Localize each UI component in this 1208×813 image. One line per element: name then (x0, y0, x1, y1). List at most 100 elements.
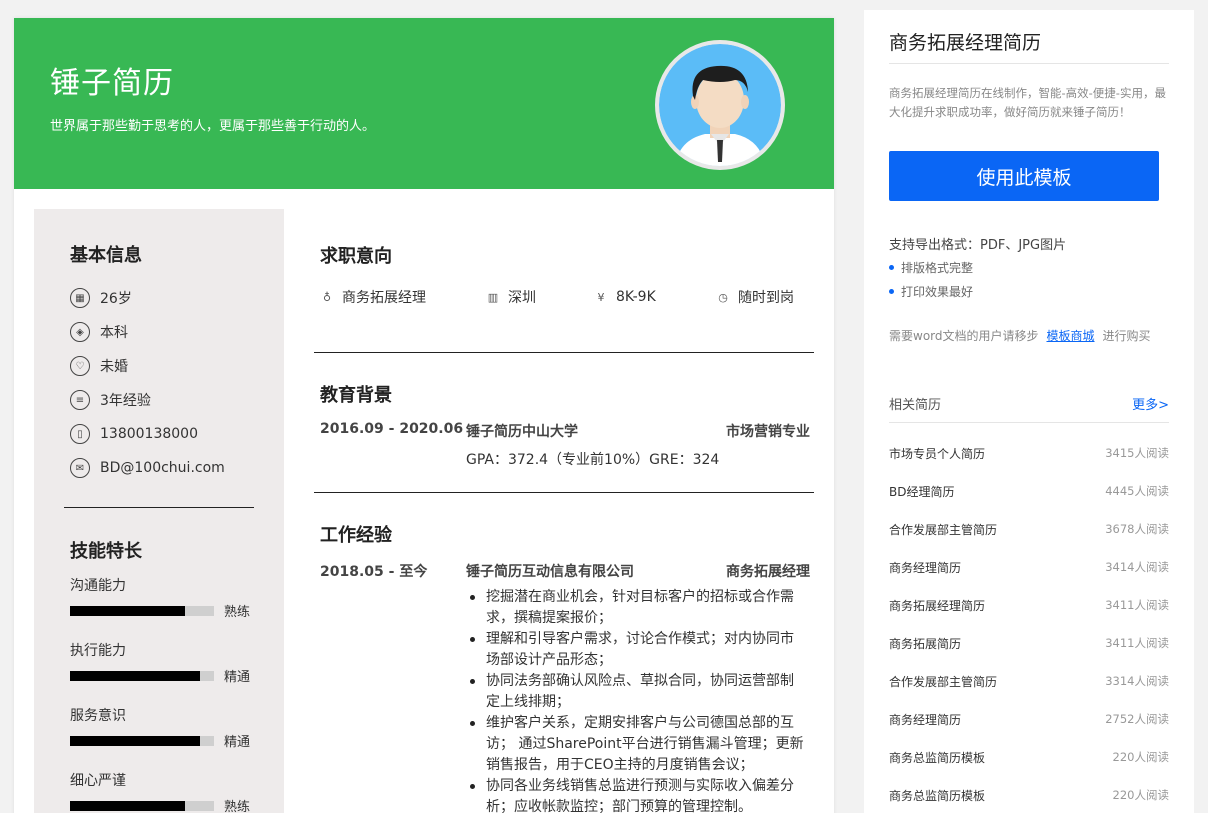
info-marital: 未婚 (100, 359, 128, 375)
related-item[interactable]: BD经理简历 4445人阅读 (889, 472, 1169, 510)
related-reads: 3314人阅读 (1105, 674, 1169, 688)
related-reads: 3414人阅读 (1105, 560, 1169, 574)
bullet-icon (889, 265, 894, 270)
work-role: 商务拓展经理 (726, 564, 810, 580)
skill-bar-fill (70, 735, 200, 746)
skill-item: 服务意识 精通 (70, 705, 260, 750)
skills-title: 技能特长 (70, 541, 142, 562)
intent-item: ¥8K-9K (594, 287, 716, 307)
calendar-icon: ▦ (70, 288, 90, 308)
skill-level: 熟练 (224, 800, 251, 813)
info-item: ✉ BD@100chui.com (70, 451, 225, 485)
related-item[interactable]: 商务总监简历模板 220人阅读 (889, 738, 1169, 776)
related-item[interactable]: 商务拓展简历 3411人阅读 (889, 624, 1169, 662)
duty-item: 理解和引导客户需求，讨论合作模式；对内协同市场部设计产品形态； (466, 629, 806, 671)
skill-item: 细心严谨 熟练 (70, 770, 260, 813)
related-reads: 4445人阅读 (1105, 484, 1169, 498)
phone-icon: ▯ (70, 424, 90, 444)
feature-item: 排版格式完整 (889, 259, 973, 276)
related-reads: 3411人阅读 (1105, 598, 1169, 612)
marriage-icon: ♡ (70, 356, 90, 376)
skill-name: 沟通能力 (70, 578, 126, 594)
related-item[interactable]: 商务拓展经理简历 3411人阅读 (889, 586, 1169, 624)
related-item[interactable]: 市场专员个人简历 3415人阅读 (889, 434, 1169, 472)
template-description: 商务拓展经理简历在线制作，智能-高效-便捷-实用，最大化提升求职成功率，做好简历… (889, 86, 1166, 119)
intent-position: 商务拓展经理 (342, 290, 426, 306)
info-education: 本科 (100, 325, 128, 341)
related-item[interactable]: 商务经理简历 3414人阅读 (889, 548, 1169, 586)
work-date: 2018.05 - 至今 (320, 564, 428, 580)
avatar (655, 40, 785, 170)
related-title-text: 商务总监简历模板 (889, 750, 986, 765)
related-reads: 220人阅读 (1112, 788, 1169, 802)
skill-level: 精通 (224, 670, 251, 685)
info-email: BD@100chui.com (100, 460, 225, 476)
related-item[interactable]: 合作发展部主管简历 3314人阅读 (889, 662, 1169, 700)
intent-row: ♁ 商务拓展经理 ▥ 深圳 ¥8K-9K ◷ 随时到岗 (320, 287, 810, 307)
related-item[interactable]: 合作发展部主管简历 3678人阅读 (889, 510, 1169, 548)
skill-name: 服务意识 (70, 708, 126, 724)
related-item[interactable]: 商务总监简历模板 220人阅读 (889, 776, 1169, 813)
word-note-suffix: 进行购买 (1102, 329, 1151, 343)
related-reads: 220人阅读 (1112, 750, 1169, 764)
related-title-text: 商务拓展经理简历 (889, 598, 986, 613)
feature-item: 打印效果最好 (889, 283, 973, 300)
intent-city: 深圳 (508, 290, 536, 306)
related-title: 相关简历 (889, 398, 942, 413)
duty-item: 协同各业务线销售总监进行预测与实际收入偏差分析；应收帐款监控；部门预算的管理控制… (466, 776, 806, 813)
education-school: 锤子简历中山大学 (466, 424, 578, 440)
education-title: 教育背景 (320, 385, 392, 406)
work-company: 锤子简历互动信息有限公司 (466, 564, 634, 580)
skill-bar (70, 605, 214, 616)
work-duties: 挖掘潜在商业机会，针对目标客户的招标或合作需求，撰稿提案报价； 理解和引导客户需… (466, 587, 806, 813)
related-item[interactable]: 商务经理简历 2752人阅读 (889, 700, 1169, 738)
tie-icon: ♁ (322, 290, 332, 304)
resume-preview: 锤子简历 世界属于那些勤于思考的人，更属于那些善于行动的人。 基本信息 ▦ 26岁… (14, 18, 834, 813)
skill-level: 熟练 (224, 605, 251, 620)
duty-item: 维护客户关系，定期安排客户与公司德国总部的互访； 通过SharePoint平台进… (466, 713, 806, 776)
info-experience: 3年经验 (100, 393, 151, 409)
basic-info-list: ▦ 26岁 ◈ 本科 ♡ 未婚 ≡ 3年经验 ▯ 13800138000 ✉ BD@100c… (70, 281, 225, 485)
related-title-text: 商务拓展简历 (889, 636, 962, 651)
related-header: 相关简历 更多> (889, 394, 1169, 413)
skill-name: 执行能力 (70, 643, 126, 659)
resume-motto: 世界属于那些勤于思考的人，更属于那些善于行动的人。 (50, 119, 376, 134)
word-note-prefix: 需要word文档的用户请移步 (889, 329, 1039, 343)
related-reads: 3411人阅读 (1105, 636, 1169, 650)
info-item: ♡ 未婚 (70, 349, 225, 383)
intent-item: ▥ 深圳 (486, 287, 594, 307)
divider (314, 352, 814, 353)
info-item: ≡ 3年经验 (70, 383, 225, 417)
info-item: ◈ 本科 (70, 315, 225, 349)
use-template-button[interactable]: 使用此模板 (889, 151, 1159, 201)
related-list: 市场专员个人简历 3415人阅读 BD经理简历 4445人阅读 合作发展部主管简历 3… (889, 434, 1169, 813)
skill-level: 精通 (224, 735, 251, 750)
duty-item: 挖掘潜在商业机会，针对目标客户的招标或合作需求，撰稿提案报价； (466, 587, 806, 629)
email-icon: ✉ (70, 458, 90, 478)
skill-bar-fill (70, 670, 200, 681)
related-title-text: 商务经理简历 (889, 560, 962, 575)
basic-info-title: 基本信息 (70, 245, 142, 266)
info-age: 26岁 (100, 291, 132, 307)
related-reads: 2752人阅读 (1105, 712, 1169, 726)
related-title-text: BD经理简历 (889, 484, 955, 499)
intent-salary: 8K-9K (616, 289, 656, 305)
bullet-icon (889, 289, 894, 294)
related-title-text: 商务总监简历模板 (889, 788, 986, 803)
info-item: ▦ 26岁 (70, 281, 225, 315)
yen-icon: ¥ (597, 290, 605, 304)
related-title-text: 商务经理简历 (889, 712, 962, 727)
experience-icon: ≡ (70, 390, 90, 410)
template-sidebar: 商务拓展经理简历 商务拓展经理简历在线制作，智能-高效-便捷-实用，最大化提升求… (864, 10, 1194, 813)
related-title-text: 合作发展部主管简历 (889, 674, 998, 689)
template-store-link[interactable]: 模板商城 (1047, 329, 1095, 343)
divider (889, 422, 1169, 423)
education-icon: ◈ (70, 322, 90, 342)
skill-item: 沟通能力 熟练 (70, 575, 260, 620)
skill-bar (70, 670, 214, 681)
skill-bar (70, 800, 214, 811)
resume-header: 锤子简历 世界属于那些勤于思考的人，更属于那些善于行动的人。 (14, 18, 834, 189)
intent-item: ◷ 随时到岗 (716, 287, 794, 307)
more-link[interactable]: 更多> (1132, 394, 1169, 413)
skill-bar-fill (70, 800, 186, 811)
